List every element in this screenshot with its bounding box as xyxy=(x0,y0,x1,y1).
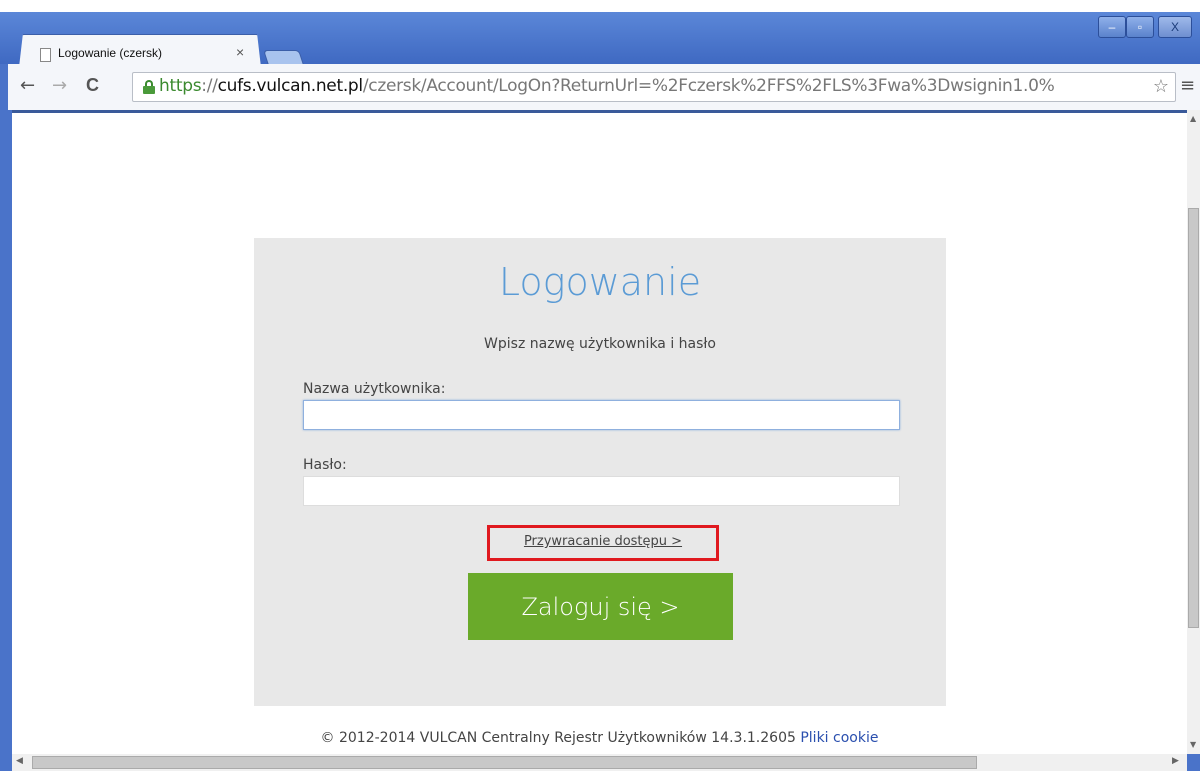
tab-title: Logowanie (czersk) xyxy=(58,46,163,60)
login-title: Logowanie xyxy=(498,260,702,304)
scroll-up-icon[interactable]: ▲ xyxy=(1190,114,1196,123)
address-bar[interactable]: https://cufs.vulcan.net.pl/czersk/Accoun… xyxy=(132,72,1176,102)
username-label: Nazwa użytkownika: xyxy=(303,381,446,397)
recover-access-link[interactable]: Przywracanie dostępu > xyxy=(490,534,716,549)
horizontal-scrollbar[interactable]: ◀ ▶ xyxy=(12,754,1187,771)
password-input[interactable] xyxy=(303,476,900,506)
browser-toolbar: ← → C https://cufs.vulcan.net.pl/czersk/… xyxy=(8,64,1200,110)
maximize-button[interactable]: ▫ xyxy=(1126,16,1154,38)
background-window-strip xyxy=(0,0,1200,12)
username-input[interactable] xyxy=(303,400,900,430)
chrome-menu-icon[interactable]: ≡ xyxy=(1180,75,1195,96)
browser-window: Logowanie (czersk) × – ▫ X ← → C https:/… xyxy=(0,0,1200,771)
vertical-scroll-thumb[interactable] xyxy=(1188,208,1199,628)
password-label: Hasło: xyxy=(303,457,347,473)
page-icon xyxy=(40,48,51,62)
scroll-right-icon[interactable]: ▶ xyxy=(1172,756,1179,766)
bookmark-star-icon[interactable]: ☆ xyxy=(1150,76,1169,97)
back-icon[interactable]: ← xyxy=(20,75,35,96)
url-host: cufs.vulcan.net.pl xyxy=(217,76,364,96)
scroll-down-icon[interactable]: ▼ xyxy=(1190,740,1196,749)
vertical-scrollbar[interactable]: ▲ ▼ xyxy=(1187,110,1200,754)
login-panel: Logowanie Wpisz nazwę użytkownika i hasł… xyxy=(254,238,946,706)
url-text: https://cufs.vulcan.net.pl/czersk/Accoun… xyxy=(159,76,1055,96)
minimize-button[interactable]: – xyxy=(1098,16,1126,38)
scroll-left-icon[interactable]: ◀ xyxy=(16,756,23,766)
footer-copyright: © 2012-2014 VULCAN Centralny Rejestr Uży… xyxy=(320,730,796,746)
horizontal-scroll-thumb[interactable] xyxy=(32,756,977,769)
title-bar: Logowanie (czersk) × – ▫ X xyxy=(0,12,1200,76)
login-subtitle: Wpisz nazwę użytkownika i hasło xyxy=(484,336,716,352)
url-separator: :// xyxy=(201,76,218,96)
cookie-policy-link[interactable]: Pliki cookie xyxy=(800,730,878,746)
login-button[interactable]: Zaloguj się > xyxy=(468,573,733,640)
url-path: /czersk/Account/LogOn?ReturnUrl=%2Fczers… xyxy=(362,76,1055,96)
close-window-button[interactable]: X xyxy=(1158,16,1192,38)
forward-icon[interactable]: → xyxy=(52,75,67,96)
close-tab-icon[interactable]: × xyxy=(236,44,244,60)
page-footer: © 2012-2014 VULCAN Centralny Rejestr Uży… xyxy=(12,730,1187,746)
reload-icon[interactable]: C xyxy=(86,75,99,96)
lock-icon xyxy=(143,80,155,94)
url-scheme: https xyxy=(159,76,202,96)
recover-access-highlight: Przywracanie dostępu > xyxy=(487,525,719,561)
